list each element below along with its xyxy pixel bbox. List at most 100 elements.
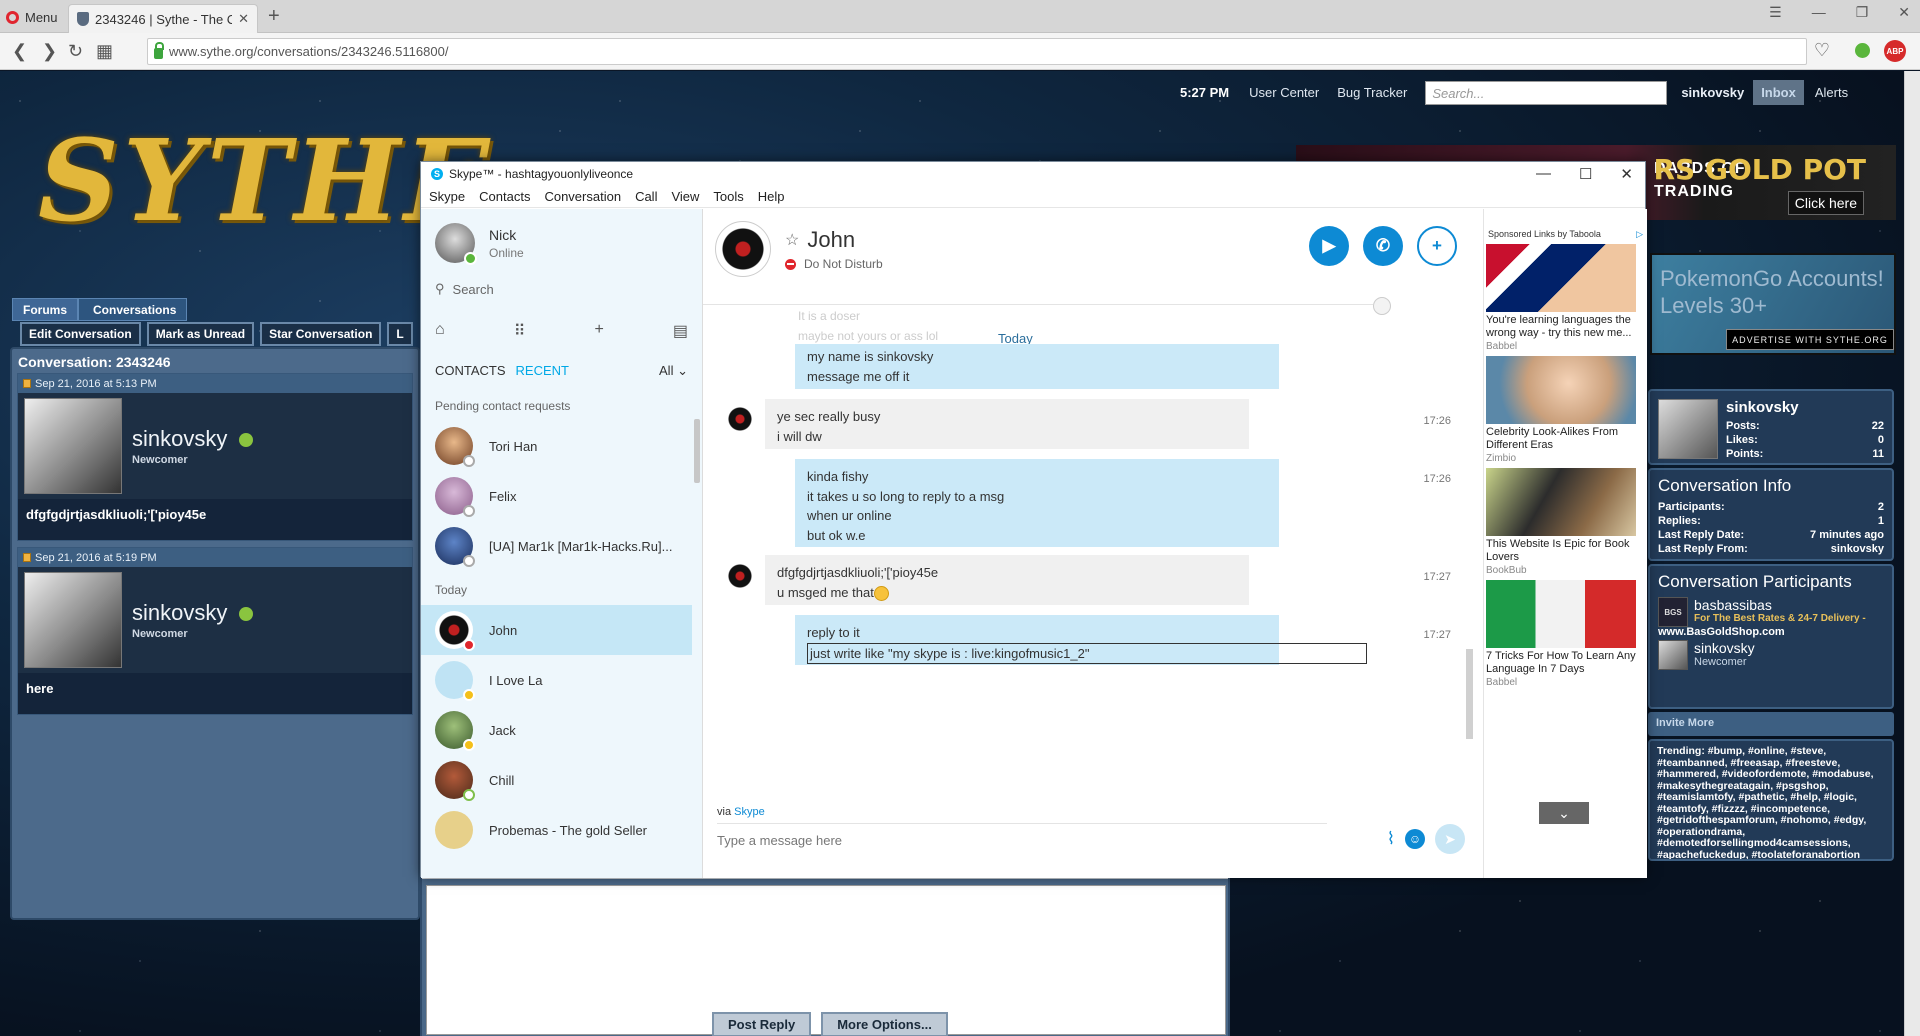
avatar[interactable] — [725, 404, 755, 434]
tab-menu-icon[interactable]: ☰ — [1769, 4, 1782, 21]
contact-item[interactable]: Tori Han — [421, 421, 702, 471]
profile-name[interactable]: sinkovsky — [1726, 399, 1884, 416]
received-message[interactable]: dfgfgdjrtjasdkliuoli;'['pioy45e u msged … — [765, 555, 1249, 605]
address-bar[interactable]: www.sythe.org/conversations/2343246.5116… — [147, 38, 1807, 65]
mark-unread-button[interactable]: Mark as Unread — [146, 322, 255, 346]
contact-search[interactable]: ⚲ Search — [435, 281, 688, 297]
contact-item-selected[interactable]: John — [421, 605, 692, 655]
sponsored-label[interactable]: Sponsored Links by Taboola — [1488, 229, 1601, 240]
ad-item[interactable]: 7 Tricks For How To Learn Any Language I… — [1484, 580, 1647, 688]
bug-tracker-link[interactable]: Bug Tracker — [1337, 85, 1407, 100]
sidebar-scrollbar[interactable] — [694, 419, 700, 483]
inbox-link[interactable]: Inbox — [1753, 80, 1804, 105]
message-input[interactable]: Type a message here — [717, 833, 842, 848]
bookmark-heart-icon[interactable]: ♡ — [1814, 40, 1830, 61]
participant-name[interactable]: sinkovsky — [1694, 640, 1755, 656]
contact-item[interactable]: I Love La — [421, 655, 702, 705]
page-scrollbar[interactable] — [1904, 71, 1920, 1036]
menu-view[interactable]: View — [671, 189, 699, 204]
menu-skype[interactable]: Skype — [429, 189, 465, 204]
avatar[interactable] — [1658, 399, 1718, 459]
maximize-icon[interactable]: ☐ — [1579, 165, 1592, 183]
chevron-down-icon[interactable]: ⌄ — [1539, 802, 1589, 824]
edit-conversation-button[interactable]: Edit Conversation — [20, 322, 141, 346]
contact-item[interactable]: [UA] Mar1k [Mar1k-Hacks.Ru]... — [421, 521, 702, 571]
adblock-icon[interactable]: ABP — [1884, 40, 1906, 62]
attach-file-icon[interactable]: ⌇ — [1387, 829, 1395, 849]
participant-avatar[interactable] — [1658, 640, 1688, 670]
invite-more-link[interactable]: Invite More — [1648, 712, 1894, 736]
restore-icon[interactable]: ❐ — [1856, 4, 1869, 21]
tab-contacts[interactable]: CONTACTS — [435, 363, 506, 379]
add-participant-button[interactable]: + — [1417, 226, 1457, 266]
avatar[interactable] — [725, 561, 755, 591]
filter-dropdown[interactable]: All ⌄ — [659, 363, 688, 379]
star-conversation-button[interactable]: Star Conversation — [260, 322, 382, 346]
minimize-icon[interactable]: — — [1536, 165, 1551, 183]
dialpad-icon[interactable]: ⠿ — [514, 321, 526, 341]
contact-item[interactable]: Jack — [421, 705, 702, 755]
minimize-icon[interactable]: — — [1812, 4, 1826, 21]
contact-item[interactable]: Probemas - The gold Seller — [421, 805, 702, 855]
adchoices-icon[interactable]: ▷ — [1636, 229, 1643, 240]
more-action-button[interactable]: L — [387, 322, 413, 346]
message-username[interactable]: sinkovsky — [132, 426, 227, 451]
menu-conversation[interactable]: Conversation — [544, 189, 621, 204]
close-icon[interactable]: ✕ — [1620, 165, 1633, 183]
menu-help[interactable]: Help — [758, 189, 785, 204]
browser-menu-button[interactable]: Menu — [6, 7, 58, 27]
ad-item[interactable]: Celebrity Look-Alikes From Different Era… — [1484, 356, 1647, 464]
more-options-button[interactable]: More Options... — [821, 1012, 948, 1036]
my-profile[interactable]: Nick Online — [421, 209, 702, 265]
tab-recent[interactable]: RECENT — [516, 363, 569, 379]
sent-message[interactable]: reply to it just write like "my skype is… — [795, 615, 1367, 665]
account-link[interactable]: sinkovsky — [1681, 85, 1744, 100]
banner-click-here[interactable]: Click here — [1787, 191, 1864, 215]
menu-tools[interactable]: Tools — [713, 189, 743, 204]
message-date[interactable]: Sep 21, 2016 at 5:19 PM — [35, 552, 157, 564]
avatar[interactable] — [24, 398, 122, 494]
post-reply-button[interactable]: Post Reply — [712, 1012, 812, 1036]
sent-message[interactable]: my name is sinkovsky message me off it — [795, 344, 1279, 389]
received-message[interactable]: ye sec really busy i will dw — [765, 399, 1249, 449]
ad-item[interactable]: This Website Is Epic for Book Lovers Boo… — [1484, 468, 1647, 576]
contact-item[interactable]: Chill — [421, 755, 702, 805]
sent-message[interactable]: kinda fishy it takes u so long to reply … — [795, 459, 1279, 547]
menu-call[interactable]: Call — [635, 189, 657, 204]
selected-message-line[interactable]: just write like "my skype is : live:king… — [807, 642, 1367, 664]
user-center-link[interactable]: User Center — [1249, 85, 1319, 100]
home-icon[interactable]: ⌂ — [435, 321, 445, 341]
forward-icon[interactable]: ❯ — [42, 41, 57, 62]
back-icon[interactable]: ❮ — [12, 41, 27, 62]
emoticon-icon[interactable]: ☺ — [1405, 829, 1425, 849]
chat-scrollbar[interactable] — [1466, 649, 1473, 739]
message-date[interactable]: Sep 21, 2016 at 5:13 PM — [35, 378, 157, 390]
trending-tags[interactable]: #bump, #online, #steve, #teambanned, #fr… — [1657, 745, 1873, 859]
video-call-button[interactable]: ▶ — [1309, 226, 1349, 266]
via-skype-link[interactable]: Skype — [734, 806, 765, 818]
speed-dial-icon[interactable]: ▦ — [96, 41, 113, 62]
advertise-link[interactable]: ADVERTISE WITH SYTHE.ORG — [1726, 329, 1894, 350]
ad-item[interactable]: You're learning languages the wrong way … — [1484, 244, 1647, 352]
close-window-icon[interactable]: ✕ — [1898, 4, 1910, 21]
voice-call-button[interactable]: ✆ — [1363, 226, 1403, 266]
reload-icon[interactable]: ↻ — [68, 41, 83, 62]
alerts-link[interactable]: Alerts — [1815, 85, 1848, 100]
contact-item[interactable]: Felix — [421, 471, 702, 521]
breadcrumb-conversations[interactable]: Conversations — [78, 298, 188, 321]
avatar[interactable] — [24, 572, 122, 668]
avatar[interactable] — [715, 221, 771, 277]
browser-tab[interactable]: 2343246 | Sythe - The Cra ✕ — [68, 4, 258, 33]
contact-card-icon[interactable]: ▤ — [673, 321, 688, 341]
message-username[interactable]: sinkovsky — [132, 600, 227, 625]
add-icon[interactable]: + — [594, 321, 603, 341]
menu-contacts[interactable]: Contacts — [479, 189, 530, 204]
site-search-input[interactable]: Search... — [1425, 80, 1668, 105]
new-tab-button[interactable]: + — [268, 5, 280, 28]
chat-contact-name[interactable]: John — [807, 227, 855, 253]
breadcrumb-forums[interactable]: Forums — [12, 298, 79, 321]
close-tab-icon[interactable]: ✕ — [238, 11, 249, 27]
participant-name[interactable]: basbassibas — [1694, 597, 1866, 613]
extension-icon[interactable] — [1855, 43, 1870, 58]
send-button[interactable]: ➤ — [1435, 824, 1465, 854]
